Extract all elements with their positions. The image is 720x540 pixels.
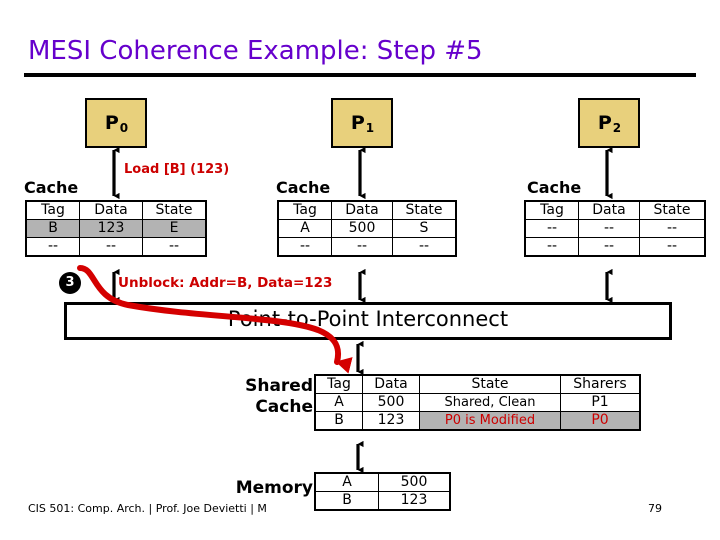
page-title: MESI Coherence Example: Step #5 xyxy=(28,36,483,66)
processor-label-p0: P xyxy=(104,111,119,134)
shared-cache-label-line2: Cache xyxy=(255,397,313,417)
cache-label-p2: Cache xyxy=(527,178,582,197)
cell-state: S xyxy=(392,219,457,238)
table-row: B 123 E xyxy=(25,219,207,238)
cell-state: -- xyxy=(392,237,457,257)
cell-state: -- xyxy=(639,237,706,257)
column-header: State xyxy=(392,200,457,220)
table-row: B 123 xyxy=(314,491,451,511)
cell-data: 500 xyxy=(331,219,393,238)
table-row: A 500 xyxy=(314,472,451,492)
cell-tag: -- xyxy=(524,237,579,257)
cell-data: -- xyxy=(331,237,393,257)
cell-tag: B xyxy=(314,491,379,511)
shared-cache-label: Shared Cache xyxy=(218,376,313,418)
memory-table: A 500 B 123 xyxy=(314,472,451,511)
column-header: Tag xyxy=(314,374,363,394)
memory-label: Memory xyxy=(235,478,313,498)
column-header: State xyxy=(419,374,561,394)
column-header: Data xyxy=(331,200,393,220)
cell-tag: B xyxy=(25,219,80,238)
table-header-row: Tag Data State xyxy=(277,200,457,220)
processor-index-p1: 1 xyxy=(365,121,375,135)
cache-table-p0: Tag Data State B 123 E -- -- -- xyxy=(25,200,207,257)
arrow-overlay xyxy=(77,146,613,474)
cell-tag: -- xyxy=(277,237,332,257)
table-row: -- -- -- xyxy=(524,237,706,257)
processor-label-p2: P xyxy=(597,111,612,134)
table-row: -- -- -- xyxy=(277,237,457,257)
cell-tag: -- xyxy=(25,237,80,257)
column-header: Tag xyxy=(524,200,579,220)
processor-index-p2: 2 xyxy=(612,121,622,135)
processor-label-p1: P xyxy=(350,111,365,134)
cell-data: 500 xyxy=(362,393,420,412)
cell-data: -- xyxy=(578,219,640,238)
annotation-load-b: Load [B] (123) xyxy=(124,162,230,177)
table-header-row: Tag Data State xyxy=(524,200,706,220)
shared-cache-table: Tag Data State Sharers A 500 Shared, Cle… xyxy=(314,374,641,431)
cache-table-p2: Tag Data State -- -- -- -- -- -- xyxy=(524,200,706,257)
cell-data: 123 xyxy=(79,219,143,238)
cell-state: E xyxy=(142,219,207,238)
column-header: Tag xyxy=(25,200,80,220)
cell-tag: A xyxy=(277,219,332,238)
cache-label-p1: Cache xyxy=(276,178,331,197)
table-row: A 500 Shared, Clean P1 xyxy=(314,393,641,412)
cell-tag: B xyxy=(314,411,363,431)
processor-box-p2: P2 xyxy=(578,98,640,148)
cell-state: -- xyxy=(142,237,207,257)
processor-box-p1: P1 xyxy=(331,98,393,148)
cell-data: -- xyxy=(79,237,143,257)
table-row: B 123 P0 is Modified P0 xyxy=(314,411,641,431)
slide-canvas: MESI Coherence Example: Step #5 P0 Cache… xyxy=(0,0,720,540)
cell-state: P0 is Modified xyxy=(419,411,561,431)
column-header: State xyxy=(639,200,706,220)
title-divider xyxy=(24,73,696,77)
processor-index-p0: 0 xyxy=(119,121,129,135)
table-header-row: Tag Data State xyxy=(25,200,207,220)
cell-data: -- xyxy=(578,237,640,257)
table-row: -- -- -- xyxy=(25,237,207,257)
cell-sharers: P1 xyxy=(560,393,641,412)
cell-state: -- xyxy=(639,219,706,238)
cell-state: Shared, Clean xyxy=(419,393,561,412)
cell-data: 500 xyxy=(378,472,451,492)
shared-cache-label-line1: Shared xyxy=(245,376,313,396)
cache-table-p1: Tag Data State A 500 S -- -- -- xyxy=(277,200,457,257)
table-header-row: Tag Data State Sharers xyxy=(314,374,641,394)
cell-tag: -- xyxy=(524,219,579,238)
cell-data: 123 xyxy=(378,491,451,511)
column-header: Data xyxy=(578,200,640,220)
column-header: Sharers xyxy=(560,374,641,394)
cell-data: 123 xyxy=(362,411,420,431)
table-row: -- -- -- xyxy=(524,219,706,238)
cell-sharers: P0 xyxy=(560,411,641,431)
interconnect-label: Point-to-Point Interconnect xyxy=(227,307,509,331)
cache-label-p0: Cache xyxy=(24,178,79,197)
footer-text: CIS 501: Comp. Arch. | Prof. Joe Deviett… xyxy=(28,502,267,515)
cell-tag: A xyxy=(314,472,379,492)
column-header: Data xyxy=(79,200,143,220)
column-header: Data xyxy=(362,374,420,394)
page-number: 79 xyxy=(648,502,662,515)
column-header: Tag xyxy=(277,200,332,220)
annotation-unblock: Unblock: Addr=B, Data=123 xyxy=(118,275,333,291)
table-row: A 500 S xyxy=(277,219,457,238)
step-badge-3: 3 xyxy=(59,272,81,294)
cell-tag: A xyxy=(314,393,363,412)
column-header: State xyxy=(142,200,207,220)
processor-box-p0: P0 xyxy=(85,98,147,148)
